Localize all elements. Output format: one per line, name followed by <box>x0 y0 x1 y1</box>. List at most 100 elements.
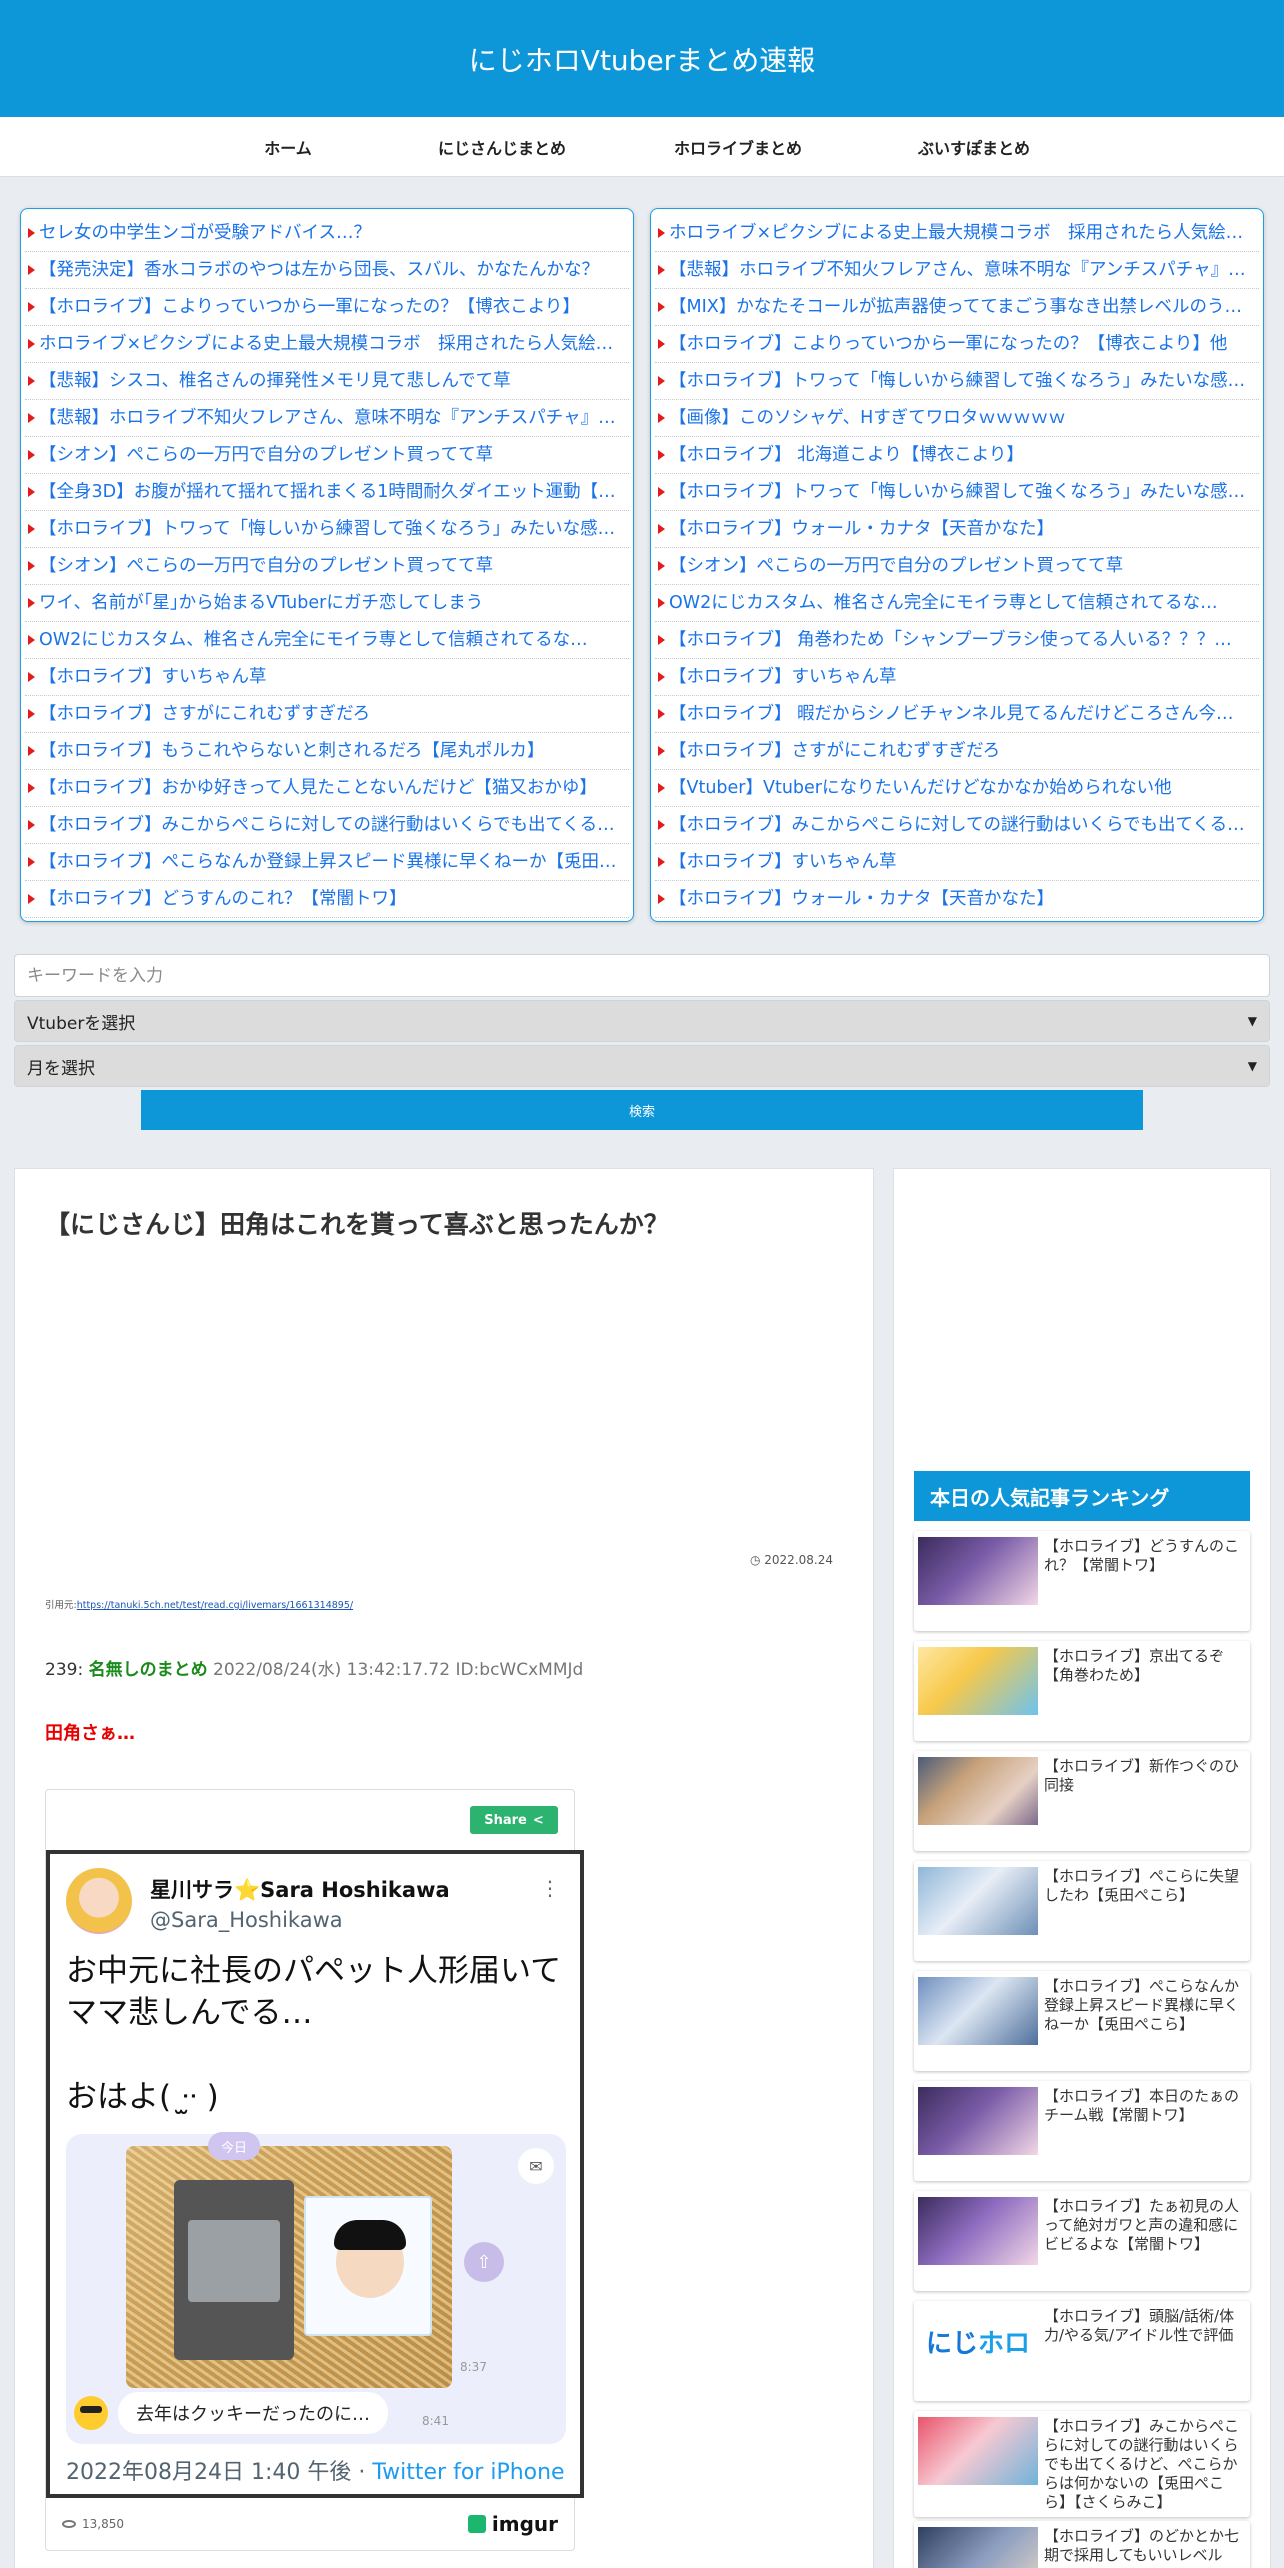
antenna-left-item[interactable]: 【ホロライブ】どうすんのこれ？【常闇トワ】 <box>25 881 629 918</box>
antenna-left-item[interactable]: 【悲報】シスコ、椎名さんの揮発性メモリ見て悲しんでて草 <box>25 363 629 400</box>
ranking-item[interactable]: にじ ホロ 【ホロライブ】頭脳/話術/体力/やる気/アイドル性で評価 <box>914 2301 1250 2401</box>
antenna-left-item[interactable]: 【悲報】ホロライブ不知火フレアさん、意味不明な『アンチスパチャ』… <box>25 400 629 437</box>
imgur-embed: Share < 星川サラ⭐Sara Hoshikawa @Sara_Hoshik… <box>45 1789 584 2551</box>
antenna-right-item[interactable]: 【ホロライブ】ウォール・カナタ【天音かなた】 <box>655 881 1259 918</box>
tweet-author-name: 星川サラ⭐Sara Hoshikawa <box>150 1878 450 1902</box>
embed-footer: 13,850 imgur <box>62 2512 558 2536</box>
today-pill: 今日 <box>208 2132 260 2160</box>
antenna-right-item[interactable]: 【シオン】ぺこらの一万円で自分のプレゼント買ってて草 <box>655 548 1259 585</box>
ranking-title: 【ホロライブ】京出てるぞ【角巻わため】 <box>1044 1647 1225 1684</box>
antenna-right-item[interactable]: 【ホロライブ】 暇だからシノビチャンネル見てるんだけどころさん今… <box>655 696 1259 733</box>
search-form: Vtuberを選択 ▼ 月を選択 ▼ 検索 <box>14 954 1270 1130</box>
site-title[interactable]: にじホロVtuberまとめ速報 <box>469 39 815 79</box>
share-label: Share <box>484 1812 527 1828</box>
res-name: 名無しのまとめ <box>88 1660 208 1680</box>
antenna-left-item[interactable]: 【ホロライブ】トワって「悔しいから練習して強くなろう」みたいな感… <box>25 511 629 548</box>
ranking-item[interactable]: 【ホロライブ】ぺこらに失望したわ【兎田ぺこら】 <box>914 1861 1250 1961</box>
share-button[interactable]: Share < <box>470 1806 558 1834</box>
puppet-package-dark <box>174 2180 294 2360</box>
source-line: 引用元:https://tanuki.5ch.net/test/read.cgi… <box>45 1597 353 1611</box>
chat-bubble: 去年はクッキーだったのに… <box>118 2392 388 2434</box>
antenna-right-item[interactable]: 【画像】このソシャゲ、Hすぎてワロタｗｗｗｗｗ <box>655 400 1259 437</box>
post-date: ◷ 2022.08.24 <box>750 1553 833 1567</box>
tweet-screenshot[interactable]: 星川サラ⭐Sara Hoshikawa @Sara_Hoshikawa ⋮ お中… <box>46 1850 584 2498</box>
ranking-title: 【ホロライブ】のどかとか七期で採用してもいいレベル <box>1044 2527 1240 2564</box>
antenna-right-item[interactable]: 【ホロライブ】こよりっていつから一軍になったの？【博衣こより】他 <box>655 326 1259 363</box>
antenna-left-item[interactable]: OW2にじカスタム、椎名さん完全にモイラ専として信頼されてるな… <box>25 622 629 659</box>
ranking-item[interactable]: 【ホロライブ】みこからぺこらに対しての謎行動はいくらでも出てくるけど、ぺこらから… <box>914 2411 1250 2517</box>
antenna-left-item[interactable]: 【シオン】ぺこらの一万円で自分のプレゼント買ってて草 <box>25 437 629 474</box>
ranking-thumbnail <box>918 2417 1038 2485</box>
antenna-left-item[interactable]: 【ホロライブ】さすがにこれむずすぎだろ <box>25 696 629 733</box>
antenna-right-item[interactable]: 【ホロライブ】 北海道こより【博衣こより】 <box>655 437 1259 474</box>
nijihoro-logo-a: にじ <box>925 2328 978 2359</box>
ranking-item[interactable]: 【ホロライブ】のどかとか七期で採用してもいいレベル <box>914 2521 1250 2568</box>
ranking-item[interactable]: 【ホロライブ】たぁ初見の人って絶対ガワと声の違和感にビビるよな【常闇トワ】 <box>914 2191 1250 2291</box>
source-link[interactable]: https://tanuki.5ch.net/test/read.cgi/liv… <box>77 1600 353 1611</box>
antenna-right-item[interactable]: 【ホロライブ】 角巻わため「シャンプーブラシ使ってる人いる？？？… <box>655 622 1259 659</box>
ranking-thumbnail <box>918 1537 1038 1605</box>
ranking-title: 【ホロライブ】どうすんのこれ？【常闇トワ】 <box>1044 1537 1240 1574</box>
antenna-left-item[interactable]: 【ホロライブ】こよりっていつから一軍になったの？【博衣こより】 <box>25 289 629 326</box>
sidebar: 本日の人気記事ランキング 【ホロライブ】どうすんのこれ？【常闇トワ】 【ホロライブ… <box>893 1168 1271 2568</box>
ranking-item[interactable]: 【ホロライブ】本日のたぁのチーム戦【常闇トワ】 <box>914 2081 1250 2181</box>
antenna-left-item[interactable]: 【ホロライブ】もうこれやらないと刺されるだろ【尾丸ポルカ】 <box>25 733 629 770</box>
antenna-left-item[interactable]: 【全身3D】お腹が揺れて揺れて揺れまくる1時間耐久ダイエット運動【… <box>25 474 629 511</box>
res-meta: 2022/08/24(水) 13:42:17.72 ID:bcWCxMMJd <box>213 1660 584 1680</box>
ranking-thumbnail <box>918 1977 1038 2045</box>
antenna-right-item[interactable]: 【ホロライブ】みこからぺこらに対しての謎行動はいくらでも出てくる… <box>655 807 1259 844</box>
puppet-hair <box>334 2220 406 2250</box>
ranking-item[interactable]: 【ホロライブ】京出てるぞ【角巻わため】 <box>914 1641 1250 1741</box>
vtuber-select[interactable]: Vtuberを選択 ▼ <box>14 1000 1270 1042</box>
ranking-item[interactable]: 【ホロライブ】ぺこらなんか登録上昇スピード異様に早くねーか【兎田ぺこら】 <box>914 1971 1250 2071</box>
vtuber-select-value: Vtuberを選択 <box>27 1013 136 1034</box>
antenna-right-item[interactable]: 【ホロライブ】さすがにこれむずすぎだろ <box>655 733 1259 770</box>
more-icon: ⋮ <box>540 1876 560 1900</box>
ranking-thumbnail: にじ ホロ <box>918 2307 1038 2375</box>
antenna-left-item[interactable]: 【ホロライブ】みこからぺこらに対しての謎行動はいくらでも出てくる… <box>25 807 629 844</box>
antenna-left-item[interactable]: ホロライブ×ピクシブによる史上最大規模コラボ 採用されたら人気絵… <box>25 326 629 363</box>
source-prefix: 引用元: <box>45 1600 77 1611</box>
antenna-right-item[interactable]: 【ホロライブ】トワって「悔しいから練習して強くなろう」みたいな感… <box>655 363 1259 400</box>
search-button[interactable]: 検索 <box>141 1090 1143 1130</box>
ranking-item[interactable]: 【ホロライブ】どうすんのこれ？【常闇トワ】 <box>914 1531 1250 1631</box>
res-body: 田角さぁ… <box>45 1723 135 1744</box>
antenna-right-item[interactable]: ホロライブ×ピクシブによる史上最大規模コラボ 採用されたら人気絵… <box>655 215 1259 252</box>
puppet-package-light <box>304 2196 432 2336</box>
antenna-list-right: ホロライブ×ピクシブによる史上最大規模コラボ 採用されたら人気絵… 【悲報】ホロラ… <box>650 208 1264 922</box>
antenna-right-item[interactable]: OW2にじカスタム、椎名さん完全にモイラ専として信頼されてるな… <box>655 585 1259 622</box>
antenna-right-item[interactable]: 【悲報】ホロライブ不知火フレアさん、意味不明な『アンチスパチャ』… <box>655 252 1259 289</box>
nav-hololive[interactable]: ホロライブまとめ <box>620 135 856 159</box>
ranking-title: 【ホロライブ】たぁ初見の人って絶対ガワと声の違和感にビビるよな【常闇トワ】 <box>1044 2197 1240 2253</box>
antenna-left-item[interactable]: 【発売決定】香水コラボのやつは左から団長、スバル、かなたんかな？ <box>25 252 629 289</box>
share-icon: < <box>532 1812 544 1828</box>
antenna-left-item[interactable]: セレ女の中学生ンゴが受験アドバイス…？ <box>25 215 629 252</box>
keyword-input[interactable] <box>14 954 1270 997</box>
share-upload-icon: ⇧ <box>464 2242 504 2282</box>
chevron-down-icon: ▼ <box>1247 1059 1257 1073</box>
nav-home[interactable]: ホーム <box>192 135 384 159</box>
ranking-title: 【ホロライブ】みこからぺこらに対しての謎行動はいくらでも出てくるけど、ぺこらから… <box>1044 2417 1240 2511</box>
antenna-left-item[interactable]: 【ホロライブ】すいちゃん草 <box>25 659 629 696</box>
antenna-right-item[interactable]: 【Vtuber】Vtuberになりたいんだけどなかなか始められない他 <box>655 770 1259 807</box>
nav-nijisanji[interactable]: にじさんじまとめ <box>384 135 620 159</box>
ranking-title: 【ホロライブ】新作つぐのひ同接 <box>1044 1757 1240 1794</box>
chat-time-2: 8:41 <box>422 2414 449 2428</box>
antenna-left-item[interactable]: ワイ、名前が｢星｣から始まるVTuberにガチ恋してしまう <box>25 585 629 622</box>
antenna-left-item[interactable]: 【ホロライブ】おかゆ好きって人見たことないんだけど【猫又おかゆ】 <box>25 770 629 807</box>
ranking-title: 【ホロライブ】ぺこらなんか登録上昇スピード異様に早くねーか【兎田ぺこら】 <box>1044 1977 1240 2033</box>
imgur-logo[interactable]: imgur <box>467 2512 558 2536</box>
ranking-thumbnail <box>918 2197 1038 2265</box>
antenna-left-item[interactable]: 【ホロライブ】ぺこらなんか登録上昇スピード異様に早くねーか【兎田… <box>25 844 629 881</box>
ranking-item[interactable]: 【ホロライブ】新作つぐのひ同接 <box>914 1751 1250 1851</box>
nav-vspo[interactable]: ぶいすぽまとめ <box>856 135 1092 159</box>
month-select[interactable]: 月を選択 ▼ <box>14 1045 1270 1087</box>
antenna-right-item[interactable]: 【ホロライブ】トワって「悔しいから練習して強くなろう」みたいな感… <box>655 474 1259 511</box>
antenna-right-item[interactable]: 【ホロライブ】すいちゃん草 <box>655 659 1259 696</box>
ranking-thumbnail <box>918 1867 1038 1935</box>
antenna-left-item[interactable]: 【シオン】ぺこらの一万円で自分のプレゼント買ってて草 <box>25 548 629 585</box>
antenna-right-item[interactable]: 【ホロライブ】すいちゃん草 <box>655 844 1259 881</box>
imgur-text: imgur <box>491 2512 558 2536</box>
antenna-right-item[interactable]: 【MIX】かなたそコールが拡声器使っててまごう事なき出禁レベルのう… <box>655 289 1259 326</box>
antenna-right-item[interactable]: 【ホロライブ】ウォール・カナタ【天音かなた】 <box>655 511 1259 548</box>
